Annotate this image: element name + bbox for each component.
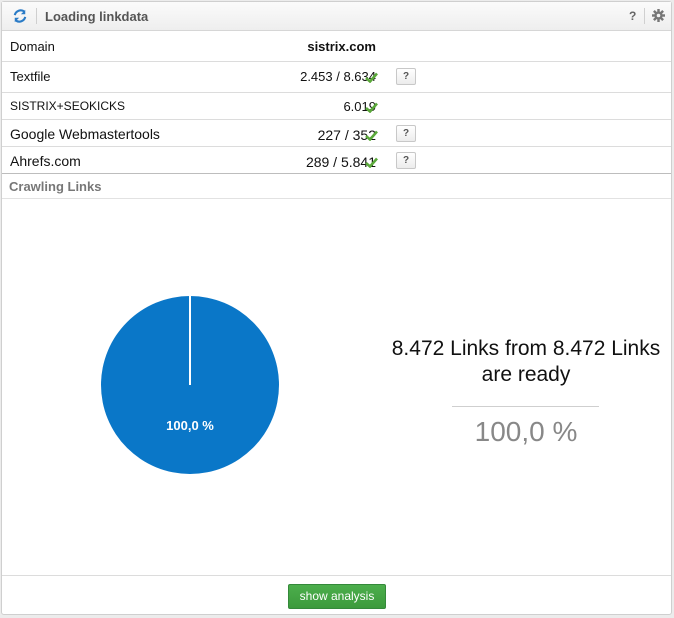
domain-value: sistrix.com xyxy=(307,39,376,54)
source-label: Textfile xyxy=(10,69,51,84)
help-icon[interactable]: ? xyxy=(629,9,636,23)
checkmark-icon xyxy=(365,102,378,113)
summary-line-1: 8.472 Links from 8.472 Links xyxy=(391,337,661,360)
checkmark-icon xyxy=(365,130,378,141)
source-row-ahrefs: Ahrefs.com 289 / 5.841 ? xyxy=(2,147,671,173)
summary-line-2: are ready xyxy=(481,363,571,386)
help-button[interactable]: ? xyxy=(396,68,416,85)
header-divider xyxy=(36,8,37,24)
panel-footer: show analysis xyxy=(2,575,671,615)
header-divider xyxy=(644,8,645,24)
pie-label: 100,0 % xyxy=(166,418,214,433)
refresh-icon[interactable] xyxy=(13,9,27,23)
domain-row: Domain sistrix.com xyxy=(2,31,671,62)
checkmark-icon xyxy=(365,72,378,83)
show-analysis-button[interactable]: show analysis xyxy=(288,584,386,609)
checkmark-icon xyxy=(365,157,378,168)
panel-header: Loading linkdata ? xyxy=(2,2,671,31)
summary-divider xyxy=(452,406,599,407)
loading-linkdata-panel: Loading linkdata ? Domain sistrix.com Te… xyxy=(1,1,672,615)
help-button[interactable]: ? xyxy=(396,125,416,142)
source-row-textfile: Textfile 2.453 / 8.634 ? xyxy=(2,62,671,93)
source-row-google-webmastertools: Google Webmastertools 227 / 352 ? xyxy=(2,120,671,147)
help-button[interactable]: ? xyxy=(396,152,416,169)
source-label: Google Webmastertools xyxy=(10,126,160,142)
gear-icon[interactable] xyxy=(652,9,665,22)
progress-pie: 100,0 % xyxy=(101,296,279,474)
source-label: Ahrefs.com xyxy=(10,153,81,169)
summary-percent: 100,0 % xyxy=(474,416,578,447)
source-row-sistrix-seokicks: SISTRIX+SEOKICKS 6.019 xyxy=(2,93,671,120)
source-label: SISTRIX+SEOKICKS xyxy=(10,99,126,113)
crawling-links-heading: Crawling Links xyxy=(2,173,671,199)
domain-label: Domain xyxy=(10,39,55,54)
panel-title: Loading linkdata xyxy=(45,9,149,24)
